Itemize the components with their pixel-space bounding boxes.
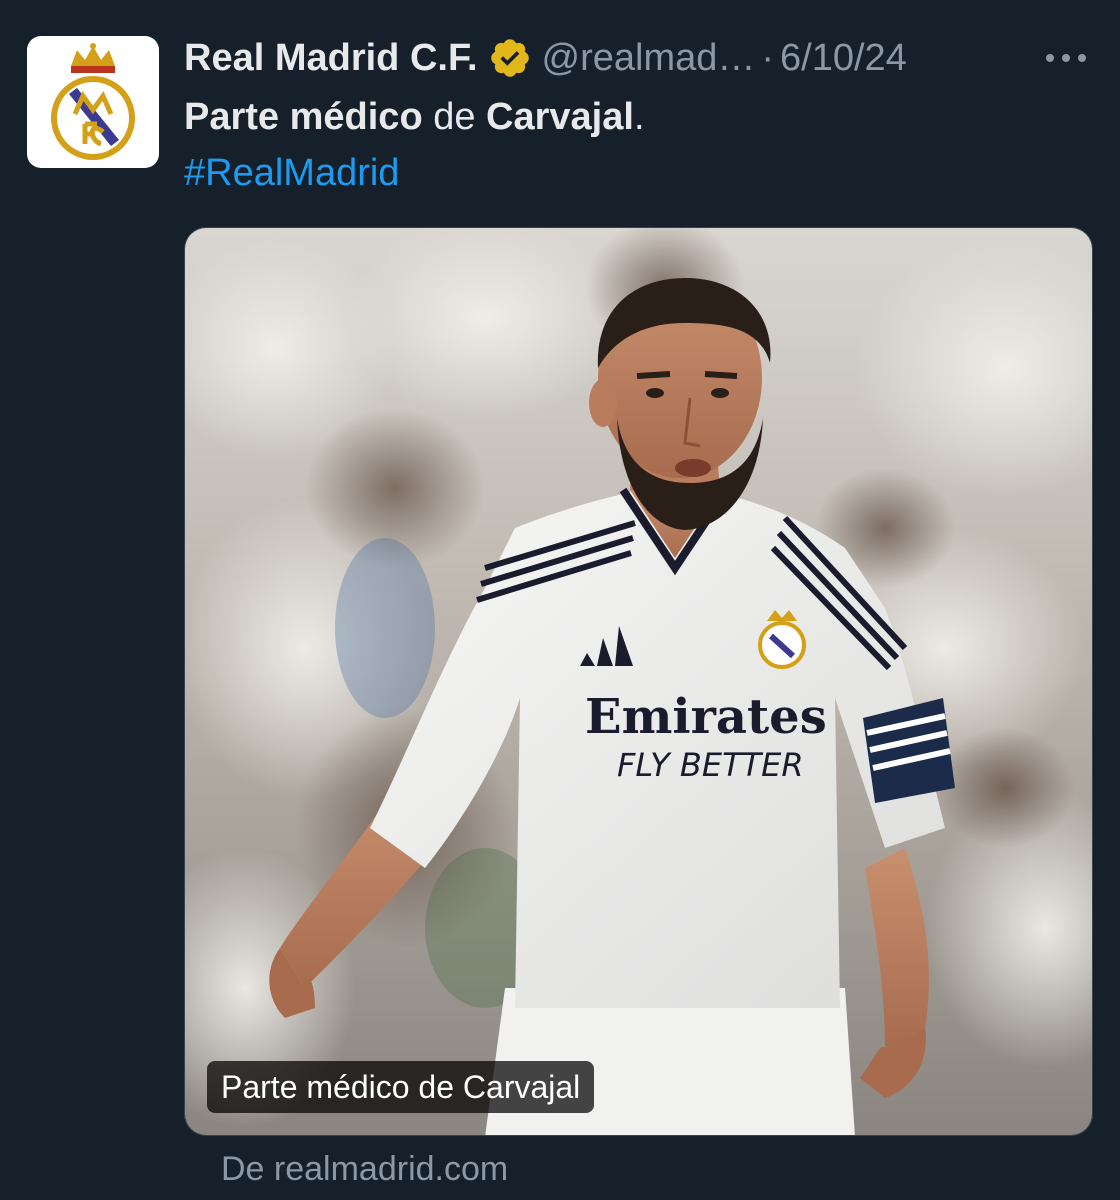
tweet-text-end: .: [633, 96, 645, 138]
separator-dot: ·: [761, 36, 775, 79]
user-handle[interactable]: @realmad…: [542, 37, 756, 80]
tweet-text-bold-1: Parte médico: [184, 96, 423, 138]
tweet-text: Parte médico de Carvajal.: [184, 93, 645, 141]
verified-badge-icon[interactable]: [488, 36, 532, 80]
hashtag-link[interactable]: #RealMadrid: [184, 149, 399, 197]
profile-avatar[interactable]: [27, 36, 159, 168]
media-caption: Parte médico de Carvajal: [207, 1061, 595, 1113]
tweet-card[interactable]: Real Madrid C.F. @realmad… · 6/10/24 Par…: [0, 0, 1120, 1200]
tweet-text-bold-2: Carvajal: [486, 96, 634, 138]
tweet-header: Real Madrid C.F. @realmad… · 6/10/24: [184, 34, 907, 82]
link-card-image[interactable]: Emirates FLY BETTER Parte médico de Carv…: [184, 227, 1093, 1136]
svg-text:FLY BETTER: FLY BETTER: [617, 746, 804, 784]
display-name[interactable]: Real Madrid C.F.: [184, 37, 478, 80]
tweet-text-middle: de: [422, 96, 487, 138]
player-photo: Emirates FLY BETTER: [185, 228, 1092, 1135]
svg-text:Emirates: Emirates: [585, 689, 827, 745]
tweet-date[interactable]: 6/10/24: [780, 37, 907, 80]
real-madrid-crest-icon: [51, 43, 135, 160]
link-source[interactable]: De realmadrid.com: [221, 1150, 508, 1189]
more-options-icon[interactable]: [1040, 40, 1092, 76]
